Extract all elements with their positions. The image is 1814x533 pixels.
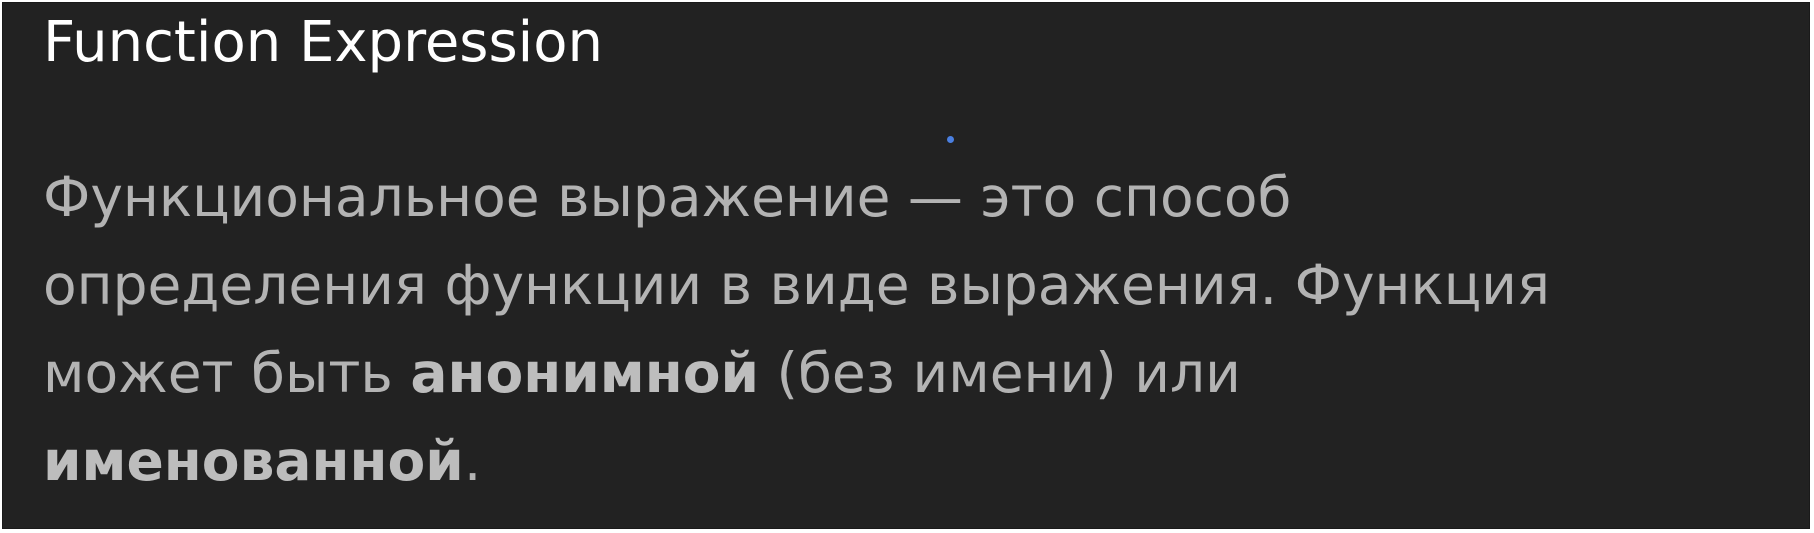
slide-body-text: Функциональное выражение — это способ оп…: [43, 153, 1550, 505]
slide: Function Expression Функциональное выраж…: [2, 2, 1810, 529]
body-line-3-end: (без имени) или: [759, 341, 1241, 405]
body-line-3-start: может быть: [43, 341, 411, 405]
body-line-1: Функциональное выражение — это способ: [43, 165, 1292, 229]
slide-title: Function Expression: [43, 10, 603, 75]
body-line-3: может быть анонимной (без имени) или: [43, 329, 1550, 417]
body-line-2: определения функции в виде выражения. Фу…: [43, 253, 1550, 317]
pointer-dot: [947, 136, 954, 143]
term-named: именованной: [43, 429, 464, 493]
body-line-4-end: .: [463, 429, 482, 493]
term-anonymous: анонимной: [410, 341, 760, 405]
body-line-4: именованной.: [43, 417, 1550, 505]
